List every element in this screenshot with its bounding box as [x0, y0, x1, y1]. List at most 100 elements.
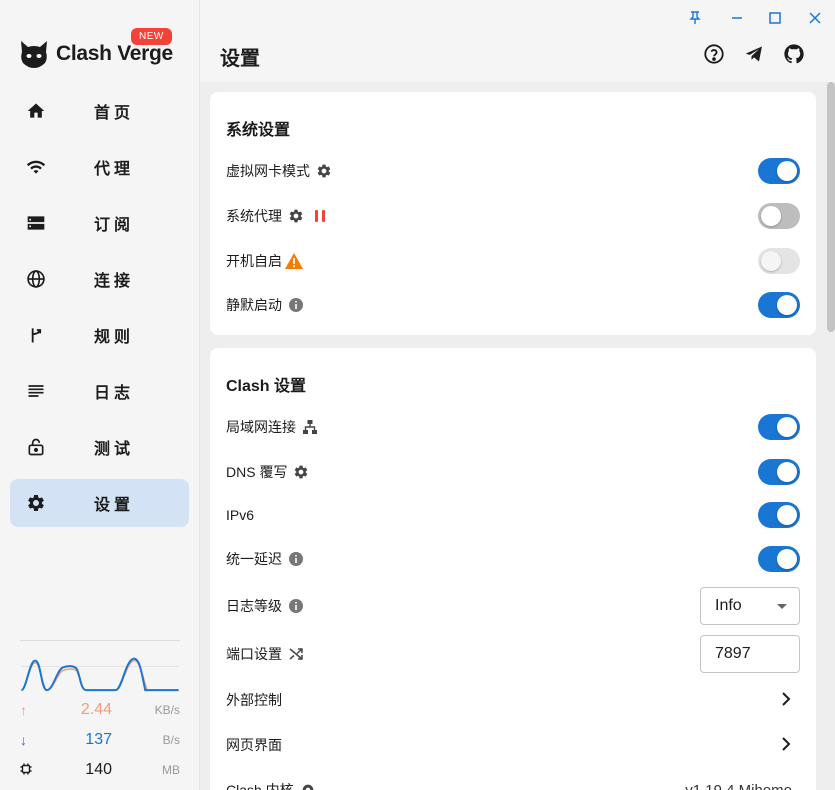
sidebar-item-test[interactable]: 测试	[10, 423, 189, 471]
setting-label: DNS 覆写	[226, 464, 288, 480]
silent-start-toggle[interactable]	[758, 292, 800, 318]
info-icon[interactable]	[288, 551, 304, 567]
lock-icon	[26, 437, 46, 457]
clash-settings-card: Clash 设置 局域网连接 DNS 覆写 IPv6 统一延迟 日志等级 Inf…	[210, 348, 816, 790]
memory-usage: 140	[85, 761, 112, 778]
gear-icon	[26, 493, 46, 513]
memory-row: 140 MB	[20, 760, 180, 780]
upload-speed: 2.44	[80, 701, 112, 718]
sidebar: Clash Verge NEW 首页 代理 订阅 连接 规则 日志 测试 设置 …	[0, 0, 200, 790]
download-unit: B/s	[162, 733, 180, 747]
github-icon[interactable]	[782, 42, 806, 66]
setting-label: 外部控制	[226, 692, 282, 708]
pause-icon	[314, 209, 326, 223]
info-icon[interactable]	[288, 598, 304, 614]
sidebar-item-label: 测试	[94, 441, 135, 458]
setting-label: 网页界面	[226, 737, 282, 753]
close-icon[interactable]	[805, 8, 825, 28]
fork-icon	[26, 325, 46, 345]
download-speed: 137	[85, 731, 112, 748]
setting-label: 日志等级	[226, 598, 282, 614]
traffic-graph	[20, 640, 180, 696]
auto-launch-toggle[interactable]	[758, 248, 800, 274]
setting-row-external-controller[interactable]: 外部控制	[226, 685, 800, 715]
setting-label: 静默启动	[226, 297, 282, 313]
dns-override-toggle[interactable]	[758, 459, 800, 485]
setting-row-allow-lan: 局域网连接	[226, 412, 800, 442]
gear-icon[interactable]	[293, 464, 309, 480]
setting-row-ipv6: IPv6	[226, 500, 800, 530]
list-icon	[26, 381, 46, 401]
sidebar-item-connections[interactable]: 连接	[10, 255, 189, 303]
new-badge: NEW	[131, 28, 172, 45]
sidebar-item-label: 订阅	[94, 217, 135, 234]
sidebar-item-label: 设置	[94, 497, 135, 514]
topbar: 设置	[200, 0, 835, 82]
setting-row-system-proxy: 系统代理	[226, 201, 800, 231]
pin-icon[interactable]	[685, 8, 705, 28]
card-title: Clash 设置	[226, 378, 307, 395]
settings-content[interactable]: 系统设置 虚拟网卡模式 系统代理 开机自启 静默启动 Clash 设置 局域网连…	[200, 82, 835, 790]
sidebar-item-label: 代理	[94, 161, 135, 178]
setting-label: IPv6	[226, 507, 255, 523]
traffic-panel: ↑ 2.44 KB/s ↓ 137 B/s 140 MB	[20, 640, 180, 778]
upload-unit: KB/s	[154, 703, 180, 717]
sidebar-item-label: 日志	[94, 385, 135, 402]
gear-icon[interactable]	[316, 163, 332, 179]
setting-label: Clash 内核	[226, 782, 294, 790]
card-title: 系统设置	[226, 122, 291, 139]
wifi-icon	[26, 157, 46, 177]
sidebar-item-proxy[interactable]: 代理	[10, 143, 189, 191]
setting-row-dns-override: DNS 覆写	[226, 457, 800, 487]
sidebar-item-label: 规则	[94, 329, 135, 346]
page-title: 设置	[220, 48, 260, 70]
sidebar-item-home[interactable]: 首页	[10, 87, 189, 135]
setting-row-log-level: 日志等级 Info	[226, 587, 800, 625]
sidebar-item-label: 连接	[94, 273, 135, 290]
setting-row-web-ui[interactable]: 网页界面	[226, 730, 800, 760]
chevron-right-icon[interactable]	[780, 690, 792, 711]
log-level-value: Info	[715, 597, 742, 614]
cat-logo-icon	[21, 41, 47, 68]
port-input[interactable]: 7897	[700, 635, 800, 673]
help-icon[interactable]	[702, 42, 726, 66]
shuffle-icon[interactable]	[288, 646, 304, 662]
sidebar-item-label: 首页	[94, 105, 135, 122]
download-row: ↓ 137 B/s	[20, 730, 180, 750]
unified-delay-toggle[interactable]	[758, 546, 800, 572]
setting-label: 系统代理	[226, 208, 282, 224]
sidebar-item-rules[interactable]: 规则	[10, 311, 189, 359]
tun-mode-toggle[interactable]	[758, 158, 800, 184]
clash-core-version: v1.19.4 Mihomo	[685, 781, 792, 790]
sidebar-item-logs[interactable]: 日志	[10, 367, 189, 415]
upload-row: ↑ 2.44 KB/s	[20, 700, 180, 720]
gear-icon[interactable]	[300, 782, 316, 790]
minimize-icon[interactable]	[727, 8, 747, 28]
setting-row-clash-core: Clash 内核 v1.19.4 Mihomo	[226, 775, 800, 790]
maximize-icon[interactable]	[765, 8, 785, 28]
scrollbar[interactable]	[827, 82, 835, 332]
globe-icon	[26, 269, 46, 289]
home-icon	[26, 101, 46, 121]
ipv6-toggle[interactable]	[758, 502, 800, 528]
port-value: 7897	[715, 645, 751, 662]
system-proxy-toggle[interactable]	[758, 203, 800, 229]
allow-lan-toggle[interactable]	[758, 414, 800, 440]
setting-row-auto-launch: 开机自启	[226, 246, 800, 276]
setting-label: 统一延迟	[226, 551, 282, 567]
setting-label: 端口设置	[226, 646, 282, 662]
main-area: 设置 系统设置 虚拟网卡模式 系统代理 开机自启 静默启动 Clash 设置 局…	[200, 0, 835, 790]
telegram-icon[interactable]	[742, 42, 766, 66]
sidebar-item-subscription[interactable]: 订阅	[10, 199, 189, 247]
network-icon[interactable]	[302, 419, 318, 435]
setting-row-tun-mode: 虚拟网卡模式	[226, 156, 800, 186]
gear-icon[interactable]	[288, 208, 304, 224]
info-icon[interactable]	[288, 297, 304, 313]
log-level-select[interactable]: Info	[700, 587, 800, 625]
app-name: Clash Verge	[56, 42, 173, 65]
setting-label: 虚拟网卡模式	[226, 163, 310, 179]
setting-row-unified-delay: 统一延迟	[226, 544, 800, 574]
sidebar-item-settings[interactable]: 设置	[10, 479, 189, 527]
sidebar-nav: 首页 代理 订阅 连接 规则 日志 测试 设置	[10, 87, 189, 535]
chevron-right-icon[interactable]	[780, 735, 792, 756]
